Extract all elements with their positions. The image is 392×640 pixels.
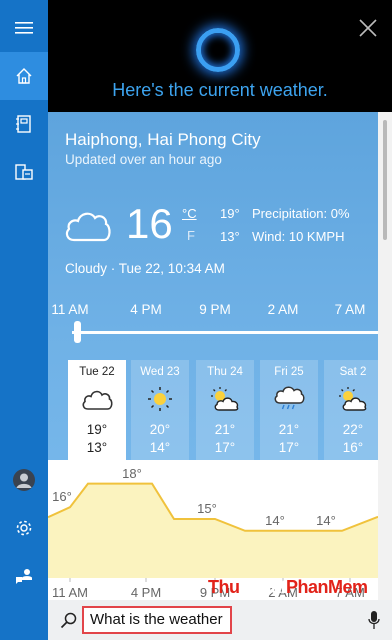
day-low: 14° [149,440,171,455]
notebook-button[interactable] [0,100,48,148]
time-slider-track[interactable] [72,331,378,334]
day-name: Sat 2 [339,366,367,378]
chart-point-label: 16° [52,489,72,505]
hour-label: 4 PM [130,302,162,317]
hamburger-menu-icon [15,22,33,34]
devices-button[interactable] [0,148,48,196]
today-high: 19° [220,206,240,221]
time-slider-handle[interactable] [74,321,81,343]
watermark-part: Thu [208,577,240,597]
sun-icon [148,387,172,411]
weather-card[interactable]: Haiphong, Hai Phong City Updated over an… [48,112,378,600]
watermark-part: .vn [367,577,378,597]
day-high: 22° [342,422,364,437]
day-tile[interactable]: Tue 22 19° 13° [68,360,126,460]
feedback-button[interactable] [0,552,48,600]
hour-label: 11 AM [51,302,89,317]
condition-label: Cloudy · Tue 22, 10:34 AM [65,261,225,276]
day-tile[interactable]: Fri 25 21° 17° [260,360,318,460]
page-title: Here's the current weather. [112,80,328,100]
feedback-icon [16,569,32,584]
day-high: 20° [149,422,171,437]
day-name: Fri 25 [274,366,304,378]
day-low: 16° [342,440,364,455]
devices-icon [15,164,33,180]
today-low: 13° [220,229,240,244]
notebook-icon [16,115,31,133]
current-temperature: 16 [126,200,173,247]
settings-button[interactable] [0,504,48,552]
updated-label: Updated over an hour ago [65,152,222,167]
wind-label: Wind: 10 KMPH [252,229,345,244]
chart-hour-label: 4 PM [130,585,162,600]
watermark-part: Thuat [239,577,287,597]
scrollbar-thumb[interactable] [383,120,387,240]
partly-sunny-icon [339,387,367,411]
day-tile[interactable]: Wed 23 20° 14° [131,360,189,460]
rain-cloud-icon [274,386,305,410]
day-high: 19° [86,422,108,437]
watermark-logo: ThuThuatPhanMem.vn [208,577,378,598]
search-icon[interactable] [60,611,78,629]
watermark-part: PhanMem [286,577,368,597]
chart-point-label: 14° [316,512,336,528]
day-low: 17° [278,440,300,455]
cloud-icon [82,390,113,410]
hour-label: 2 AM [267,302,299,317]
menu-button[interactable] [0,4,48,52]
cortana-logo [196,28,240,72]
account-button[interactable] [0,456,48,504]
home-button[interactable] [0,52,48,100]
close-icon[interactable] [356,16,380,40]
location-label: Haiphong, Hai Phong City [65,130,261,149]
precipitation-label: Precipitation: 0% [252,206,350,221]
microphone-icon[interactable] [368,610,380,630]
home-icon [16,68,32,84]
chart-point-label: 14° [265,512,285,528]
cortana-header: Here's the current weather. [48,0,392,112]
day-high: 21° [214,422,236,437]
day-low: 17° [214,440,236,455]
chart-hour-label: 11 AM [52,585,88,600]
day-tile[interactable]: Sat 2 22° 16° [324,360,378,460]
day-low: 13° [86,440,108,455]
gear-icon [16,520,32,536]
sidebar [0,0,48,640]
day-name: Wed 23 [140,366,180,378]
avatar [13,469,35,491]
partly-sunny-icon [211,387,239,411]
day-name: Thu 24 [207,366,243,378]
hourly-timeline: 11 AM 4 PM 9 PM 2 AM 7 AM [48,302,378,322]
fahrenheit-toggle[interactable]: F [187,228,195,243]
chart-point-label: 18° [122,465,142,481]
celsius-toggle[interactable]: °C [182,206,197,221]
daily-forecast: Tue 22 19° 13° Wed 23 20° 14° Thu 24 21°… [48,360,378,460]
cloud-icon [65,212,111,242]
day-tile[interactable]: Thu 24 21° 17° [196,360,254,460]
search-bar: What is the weather [48,600,392,640]
day-high: 21° [278,422,300,437]
hour-label: 9 PM [199,302,231,317]
search-input[interactable]: What is the weather [82,606,232,634]
chart-point-label: 15° [197,501,217,516]
hour-label: 7 AM [334,302,366,317]
day-name: Tue 22 [79,366,115,378]
scrollbar[interactable] [378,112,392,600]
